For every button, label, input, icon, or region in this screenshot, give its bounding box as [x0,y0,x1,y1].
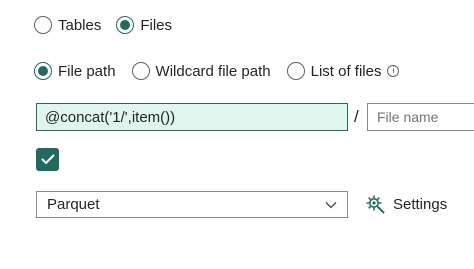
radio-list-of-files[interactable]: List of files i [286,62,400,80]
radio-tables-circle[interactable] [34,16,52,34]
path-type-radio-group: File path Wildcard file path List of fil… [34,62,400,80]
radio-file-path[interactable]: File path [34,62,116,80]
radio-files-label: Files [140,16,173,34]
radio-files-circle[interactable] [116,16,135,34]
radio-files[interactable]: Files [116,16,172,34]
checkbox[interactable] [36,148,59,171]
file-format-value: Parquet [47,196,100,213]
path-separator: / [354,107,359,126]
radio-file-path-circle[interactable] [34,62,52,80]
radio-file-path-dot [38,66,48,76]
settings-gear-icon [366,195,385,214]
file-path-input[interactable] [36,103,348,131]
radio-tables[interactable]: Tables [34,16,101,34]
checkmark-icon [41,154,54,164]
radio-wildcard-file-path-label: Wildcard file path [155,62,271,80]
chevron-down-icon [325,201,337,208]
info-icon[interactable]: i [387,65,400,77]
settings-label: Settings [393,195,448,213]
radio-tables-label: Tables [58,16,102,34]
radio-wildcard-file-path-circle[interactable] [131,62,150,80]
radio-list-of-files-circle[interactable] [286,62,305,80]
file-format-dropdown[interactable]: Parquet [36,191,348,218]
radio-file-path-label: File path [58,62,116,80]
radio-files-dot [120,20,131,30]
radio-wildcard-file-path[interactable]: Wildcard file path [131,62,271,80]
source-type-radio-group: Tables Files [34,16,172,34]
radio-list-of-files-label: List of files [310,62,382,80]
file-name-input[interactable] [367,103,474,131]
settings-button[interactable]: Settings [365,194,447,214]
